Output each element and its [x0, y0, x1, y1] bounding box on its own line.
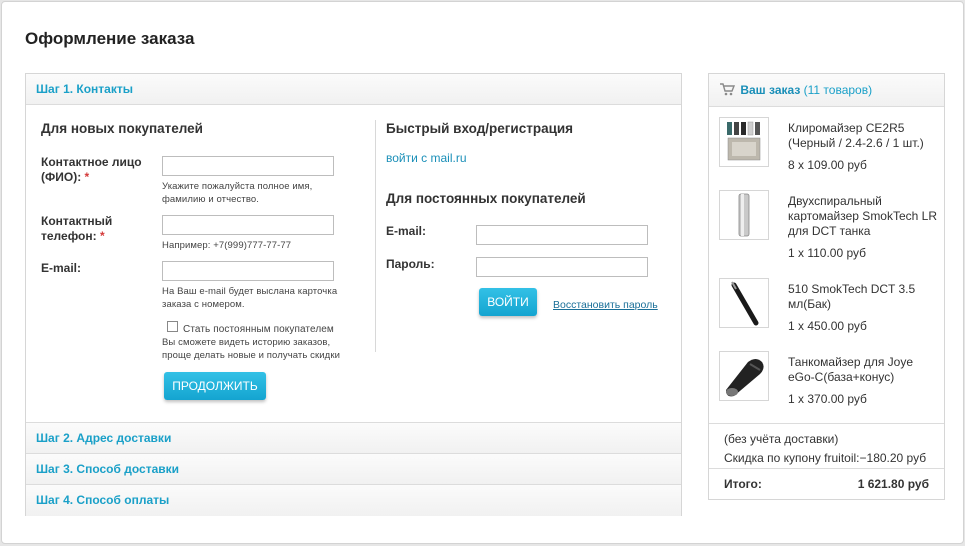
order-title[interactable]: Ваш заказ	[740, 83, 800, 97]
step-1-body: Для новых покупателей Контактное лицо (Ф…	[26, 105, 681, 423]
discount-value: −180.20 руб	[859, 451, 927, 465]
continue-button[interactable]: ПРОДОЛЖИТЬ	[164, 372, 266, 400]
product-price: 8 x 109.00 руб	[788, 158, 867, 172]
restore-password-link[interactable]: Восстановить пароль	[553, 299, 658, 311]
clearomizer-image-icon	[727, 121, 761, 161]
order-summary-header[interactable]: Ваш заказ (11 товаров)	[709, 74, 944, 107]
order-summary: Ваш заказ (11 товаров) Клиромайзер CE2R5…	[708, 73, 945, 500]
cart-icon	[720, 83, 736, 96]
phone-label: Контактный телефон: *	[41, 214, 113, 243]
discount-label: Скидка по купону fruitoil:	[724, 451, 860, 465]
step-1-header[interactable]: Шаг 1. Контакты	[26, 74, 681, 105]
total-label: Итого:	[724, 477, 762, 491]
regular-customer-label[interactable]: Стать постоянным покупателем	[183, 323, 334, 336]
product-name[interactable]: Танкомайзер для Joye eGo-C(база+конус)	[788, 355, 938, 385]
product-thumbnail[interactable]	[719, 351, 769, 401]
product-price: 1 x 450.00 руб	[788, 319, 867, 333]
regular-customers-heading: Для постоянных покупателей	[386, 191, 586, 206]
phone-hint: Например: +7(999)777-77-77	[162, 240, 292, 251]
regular-customer-hint: Вы сможете видеть историю заказов, проще…	[162, 337, 340, 361]
page-title: Оформление заказа	[25, 29, 195, 48]
delivery-note: (без учёта доставки)	[724, 432, 839, 446]
step-3-header[interactable]: Шаг 3. Способ доставки	[26, 454, 681, 485]
contact-label: Контактное лицо (ФИО): *	[41, 155, 142, 184]
contact-name-input[interactable]	[162, 156, 334, 176]
product-name[interactable]: Клиромайзер CE2R5 (Черный / 2.4-2.6 / 1 …	[788, 121, 938, 151]
new-customers-form: Для новых покупателей Контактное лицо (Ф…	[41, 121, 371, 405]
product-thumbnail[interactable]	[719, 117, 769, 167]
checkout-steps: Шаг 1. Контакты Для новых покупателей Ко…	[25, 73, 682, 516]
new-customers-heading: Для новых покупателей	[41, 121, 203, 136]
quick-login-panel: Быстрый вход/регистрация войти с mail.ru…	[386, 121, 676, 324]
login-email-label: E-mail:	[386, 224, 427, 238]
column-divider	[375, 120, 376, 352]
contact-hint: Укажите пожалуйста полное имя, фамилию и…	[162, 181, 313, 205]
password-label: Пароль:	[386, 257, 435, 271]
total-value: 1 621.80 руб	[857, 477, 929, 491]
product-price: 1 x 110.00 руб	[788, 246, 867, 260]
required-mark: *	[84, 170, 90, 184]
cartomizer-image-icon	[738, 193, 750, 237]
step-2-header[interactable]: Шаг 2. Адрес доставки	[26, 423, 681, 454]
order-count: (11 товаров)	[803, 83, 873, 97]
required-mark: *	[99, 229, 105, 243]
mailru-login-link[interactable]: войти с mail.ru	[386, 151, 676, 165]
phone-input[interactable]	[162, 215, 334, 235]
email-hint: На Ваш e-mail будет выслана карточка зак…	[162, 286, 338, 310]
quick-login-heading: Быстрый вход/регистрация	[386, 121, 574, 136]
product-name[interactable]: Двухспиральный картомайзер SmokTech LR д…	[788, 194, 938, 239]
product-price: 1 x 370.00 руб	[788, 392, 867, 406]
email-label: E-mail:	[41, 261, 82, 275]
login-button[interactable]: ВОЙТИ	[479, 288, 537, 316]
product-name[interactable]: 510 SmokTech DCT 3.5 мл(Бак)	[788, 282, 938, 312]
product-thumbnail[interactable]	[719, 190, 769, 240]
tankomizer-image-icon	[726, 359, 764, 397]
step-4-header[interactable]: Шаг 4. Способ оплаты	[26, 485, 681, 516]
order-totals: (без учёта доставки) Скидка по купону fr…	[709, 423, 944, 491]
product-thumbnail[interactable]	[719, 278, 769, 328]
regular-customer-checkbox[interactable]	[167, 321, 178, 332]
total-row: Итого: 1 621.80 руб	[709, 468, 944, 499]
discount-row: Скидка по купону fruitoil:−180.20 руб	[709, 451, 926, 465]
tank-image-icon	[731, 281, 759, 326]
checkout-page: Оформление заказа Шаг 1. Контакты Для но…	[1, 1, 964, 544]
login-email-input[interactable]	[476, 225, 648, 245]
password-input[interactable]	[476, 257, 648, 277]
email-input[interactable]	[162, 261, 334, 281]
